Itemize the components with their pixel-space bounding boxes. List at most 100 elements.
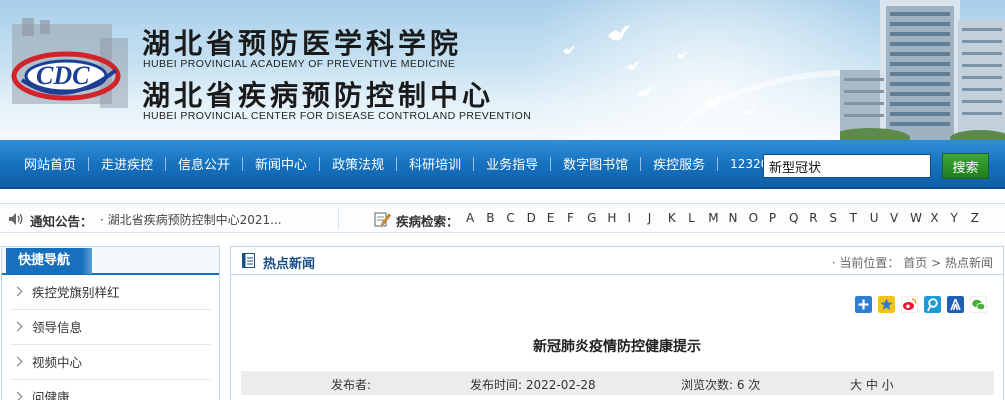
view-count: 浏览次数: 6 次 [681,378,761,392]
notice-label: 通知公告： [30,214,93,229]
article-meta-bar: 发布者: 发布时间: 2022-02-28 浏览次数: 6 次 大 中 小 [241,371,994,395]
sidebar-list: 疾控党旗别样红 领导信息 视频中心 问健康 [2,275,219,400]
breadcrumb-current-link[interactable]: 热点新闻 [945,256,993,270]
letter-link[interactable]: N [728,211,748,225]
nav-item-news[interactable]: 新闻中心 [243,154,319,173]
breadcrumb-home-link[interactable]: 首页 [903,256,927,270]
letter-link[interactable]: L [688,211,708,225]
cdc-title-cn: 湖北省疾病预防控制中心 [142,79,495,112]
notice-divider [338,208,339,230]
letter-link[interactable]: H [607,211,627,225]
weibo-icon[interactable] [901,296,918,313]
breadcrumb-separator: > [931,256,942,270]
cdc-title-en: HUBEI PROVINCIAL CENTER FOR DISEASE CONT… [143,110,532,122]
letter-link[interactable]: I [628,211,648,225]
letter-link[interactable]: K [668,211,688,225]
chevron-right-icon [12,356,23,367]
letter-link[interactable]: P [769,211,789,225]
letter-link[interactable]: B [486,211,506,225]
breadcrumb: · 当前位置： 首页 > 热点新闻 [832,254,993,271]
letter-link[interactable]: Q [789,211,809,225]
main-panel-header: 热点新闻 · 当前位置： 首页 > 热点新闻 [231,247,1003,275]
sidebar-item-label: 疾控党旗别样红 [32,285,120,300]
letter-link[interactable]: Y [951,211,971,225]
font-size-controls[interactable]: 大 中 小 [850,376,894,393]
sidebar-item-label: 领导信息 [32,320,83,335]
main-content-panel: 热点新闻 · 当前位置： 首页 > 热点新闻 新冠肺炎疫情防控健康提示 发布者:… [230,246,1004,400]
qzone-icon[interactable] [878,296,895,313]
letter-link[interactable]: C [506,211,526,225]
dove-icon [676,51,688,59]
search-button[interactable]: 搜索 [942,153,989,179]
letter-index: A B C D E F G H I J K L M N O P Q R S T … [466,211,991,225]
letter-link[interactable]: T [850,211,870,225]
dove-icon [637,86,653,97]
letter-link[interactable]: A [466,211,486,225]
renren-icon[interactable] [947,296,964,313]
share-icons [855,296,993,313]
nav-item-info-disclosure[interactable]: 信息公开 [166,154,242,173]
letter-link[interactable]: G [587,211,607,225]
share-plus-icon[interactable] [855,296,872,313]
sidebar-item-leadership[interactable]: 领导信息 [10,310,211,345]
letter-link[interactable]: U [870,211,890,225]
sidebar-header: 快捷导航 [2,247,219,275]
nav-item-policy[interactable]: 政策法规 [320,154,396,173]
letter-link[interactable]: V [890,211,910,225]
disease-search-label: 疾病检索： [396,214,459,229]
nav-item-home[interactable]: 网站首页 [12,154,88,173]
wechat-icon[interactable] [970,296,987,313]
sidebar-tab-corner [82,248,92,274]
speaker-icon [9,213,23,225]
nav-item-about[interactable]: 走进疾控 [89,154,165,173]
letter-link[interactable]: W [910,211,930,225]
document-icon [242,253,255,268]
sidebar-item-health[interactable]: 问健康 [10,380,211,400]
nav-list: 网站首页 走进疾控 信息公开 新闻中心 政策法规 科研培训 业务指导 数字图书馆… [12,140,780,187]
cdc-logo-icon[interactable]: CDC [8,18,130,110]
letter-link[interactable]: D [527,211,547,225]
chevron-right-icon [12,391,23,400]
publisher-label: 发布者: [331,378,372,392]
letter-link[interactable]: Z [971,211,991,225]
letter-link[interactable]: J [648,211,668,225]
notice-link[interactable]: · 湖北省疾病预防控制中心2021... [100,211,282,228]
chevron-right-icon [12,286,23,297]
sidebar-item-label: 问健康 [32,390,70,400]
breadcrumb-prefix: · 当前位置： [831,256,900,270]
nav-item-research[interactable]: 科研培训 [397,154,473,173]
letter-link[interactable]: R [809,211,829,225]
nav-item-services[interactable]: 疾控服务 [641,154,717,173]
academy-title-cn: 湖北省预防医学科学院 [142,27,463,60]
letter-link[interactable]: S [829,211,849,225]
sidebar-item-label: 视频中心 [32,355,83,370]
letter-link[interactable]: M [708,211,728,225]
sidebar-title: 快捷导航 [6,248,82,274]
letter-link[interactable]: X [930,211,950,225]
letter-link[interactable]: E [547,211,567,225]
publish-date: 发布时间: 2022-02-28 [470,378,596,392]
quick-nav-sidebar: 快捷导航 疾控党旗别样红 领导信息 视频中心 问健康 [1,246,220,400]
academy-title-en: HUBEI PROVINCIAL ACADEMY OF PREVENTIVE M… [143,58,456,70]
chevron-right-icon [12,321,23,332]
sidebar-item-video[interactable]: 视频中心 [10,345,211,380]
letter-link[interactable]: F [567,211,587,225]
dove-icon [608,25,630,41]
dove-icon [743,106,757,116]
search-input[interactable] [763,154,931,178]
dove-icon [627,61,639,70]
dove-icon [703,95,723,108]
letter-link[interactable]: O [749,211,769,225]
nav-item-guidance[interactable]: 业务指导 [474,154,550,173]
nav-item-library[interactable]: 数字图书馆 [551,154,640,173]
svg-text:CDC: CDC [36,61,90,90]
article-title: 新冠肺炎疫情防控健康提示 [533,339,701,355]
building-illustration [840,0,1005,140]
site-header: CDC 湖北省预防医学科学院 HUBEI PROVINCIAL ACADEMY … [0,0,1005,140]
section-title: 热点新闻 [263,257,316,272]
notice-bar: 通知公告： · 湖北省疾病预防控制中心2021... 疾病检索： A B C D… [0,203,1005,233]
edit-icon [374,212,391,227]
dove-icon [563,45,575,54]
sidebar-item-party[interactable]: 疾控党旗别样红 [10,275,211,310]
tencent-weibo-icon[interactable] [924,296,941,313]
